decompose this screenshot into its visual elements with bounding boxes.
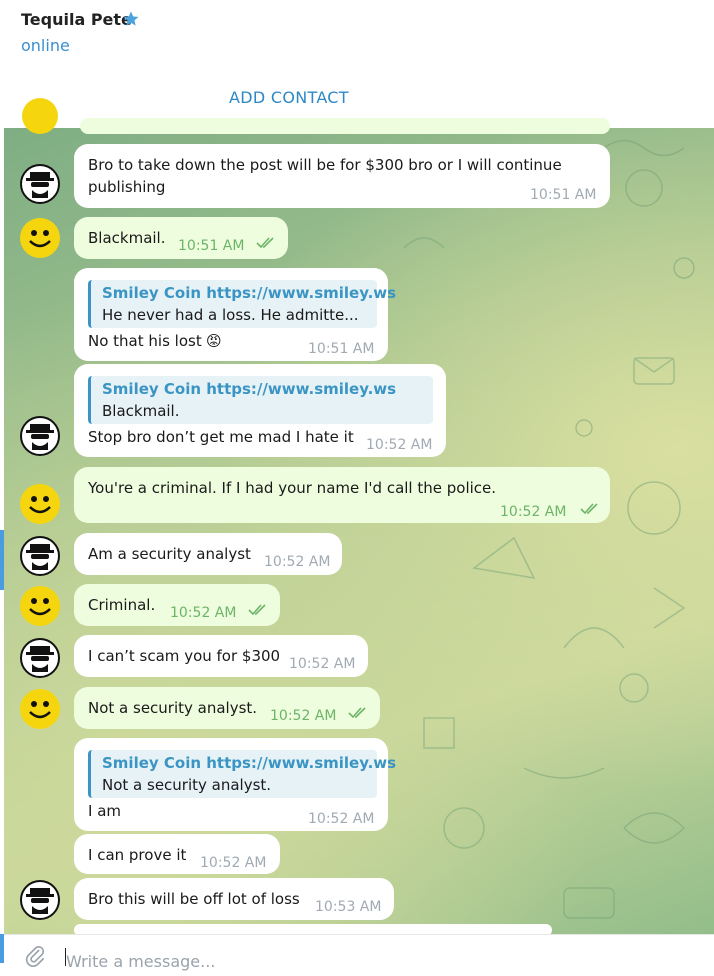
read-ticks-icon — [580, 503, 598, 515]
composer-accent — [0, 934, 4, 963]
verified-star-icon — [123, 11, 139, 26]
read-ticks-icon — [248, 604, 266, 616]
avatar-tequila-pete[interactable] — [20, 416, 60, 456]
message-time: 10:52 AM — [264, 554, 331, 570]
quote-title: Smiley Coin https://www.smiley.ws — [102, 754, 397, 772]
reply-quote[interactable]: Smiley Coin https://www.smiley.ws Blackm… — [88, 376, 433, 424]
message-bubble[interactable]: I can’t scam you for $300 10:52 AM — [74, 635, 368, 677]
message-text: You're a criminal. If I had your name I'… — [88, 479, 497, 497]
pete-face-icon — [26, 646, 54, 672]
quote-title: Smiley Coin https://www.smiley.ws — [102, 380, 397, 398]
message-text: I can prove it — [88, 846, 187, 864]
message-bubble[interactable]: Smiley Coin https://www.smiley.ws He nev… — [74, 268, 396, 361]
message-bubble[interactable]: Blackmail. 10:51 AM — [74, 217, 288, 259]
read-ticks-icon — [256, 237, 274, 249]
quote-text: He never had a loss. He admitte... — [102, 306, 359, 324]
contact-name[interactable]: Tequila Pete — [21, 10, 132, 29]
angry-emoji: 😡 — [206, 332, 222, 350]
pete-face-icon — [26, 172, 54, 198]
message-time: 10:51 AM — [308, 341, 375, 357]
message-time: 10:52 AM — [270, 708, 337, 724]
message-time: 10:52 AM — [289, 656, 356, 672]
quote-text: Blackmail. — [102, 402, 180, 420]
quote-text: Not a security analyst. — [102, 776, 272, 794]
message-text: Bro this will be off lot of loss — [88, 890, 300, 908]
add-contact-button[interactable]: ADD CONTACT — [229, 88, 349, 107]
message-text: Stop bro don’t get me mad I hate it — [88, 428, 354, 446]
message-text: Criminal. — [88, 596, 156, 614]
message-time: 10:52 AM — [170, 605, 237, 621]
message-text: Am a security analyst — [88, 545, 251, 563]
message-bubble[interactable]: You're a criminal. If I had your name I'… — [74, 467, 610, 523]
contact-status: online — [21, 36, 70, 55]
message-time: 10:52 AM — [500, 504, 567, 520]
avatar-smiley[interactable] — [20, 586, 60, 626]
avatar-smiley[interactable] — [20, 689, 60, 729]
message-time: 10:52 AM — [366, 437, 433, 453]
smiley-face-icon — [29, 598, 51, 616]
avatar-tequila-pete[interactable] — [20, 164, 60, 204]
message-input[interactable] — [66, 946, 466, 976]
message-time: 10:52 AM — [200, 855, 267, 871]
message-bubble-partial[interactable] — [80, 118, 610, 134]
message-text: I am — [88, 802, 121, 820]
reply-quote[interactable]: Smiley Coin https://www.smiley.ws He nev… — [88, 280, 396, 328]
message-time: 10:52 AM — [308, 811, 375, 827]
message-bubble[interactable]: I can prove it 10:52 AM — [74, 834, 280, 874]
message-bubble[interactable]: Am a security analyst 10:52 AM — [74, 533, 342, 575]
message-time: 10:53 AM — [315, 899, 382, 915]
pete-face-icon — [26, 888, 54, 914]
message-text: I can’t scam you for $300 — [88, 647, 281, 665]
quote-title: Smiley Coin https://www.smiley.ws — [102, 284, 397, 302]
message-bubble[interactable]: Criminal. 10:52 AM — [74, 584, 280, 626]
message-time: 10:51 AM — [178, 238, 245, 254]
pete-face-icon — [26, 424, 54, 450]
reply-quote[interactable]: Smiley Coin https://www.smiley.ws Not a … — [88, 750, 396, 798]
message-text: publishing — [88, 178, 166, 196]
avatar-smiley[interactable] — [22, 98, 58, 134]
avatar-smiley[interactable] — [20, 218, 60, 258]
message-text: No that his lost — [88, 332, 202, 350]
message-text: Blackmail. — [88, 229, 166, 247]
message-bubble[interactable]: Not a security analyst. 10:52 AM — [74, 687, 380, 729]
message-text: Not a security analyst. — [88, 699, 258, 717]
smiley-face-icon — [29, 496, 51, 514]
avatar-tequila-pete[interactable] — [20, 638, 60, 678]
message-bubble[interactable]: Bro to take down the post will be for $3… — [74, 144, 610, 208]
attach-paperclip-icon[interactable] — [24, 945, 46, 967]
message-bubble[interactable]: Smiley Coin https://www.smiley.ws Blackm… — [74, 364, 446, 457]
read-ticks-icon — [348, 707, 366, 719]
message-text: Bro to take down the post will be for $3… — [88, 156, 562, 174]
message-bubble[interactable]: Bro this will be off lot of loss 10:53 A… — [74, 878, 394, 920]
smiley-face-icon — [29, 701, 51, 719]
message-time: 10:51 AM — [530, 187, 597, 203]
message-bubble[interactable]: Smiley Coin https://www.smiley.ws Not a … — [74, 738, 396, 831]
avatar-tequila-pete[interactable] — [20, 536, 60, 576]
avatar-tequila-pete[interactable] — [20, 880, 60, 920]
smiley-face-icon — [29, 230, 51, 248]
pete-face-icon — [26, 544, 54, 570]
avatar-smiley[interactable] — [20, 484, 60, 524]
